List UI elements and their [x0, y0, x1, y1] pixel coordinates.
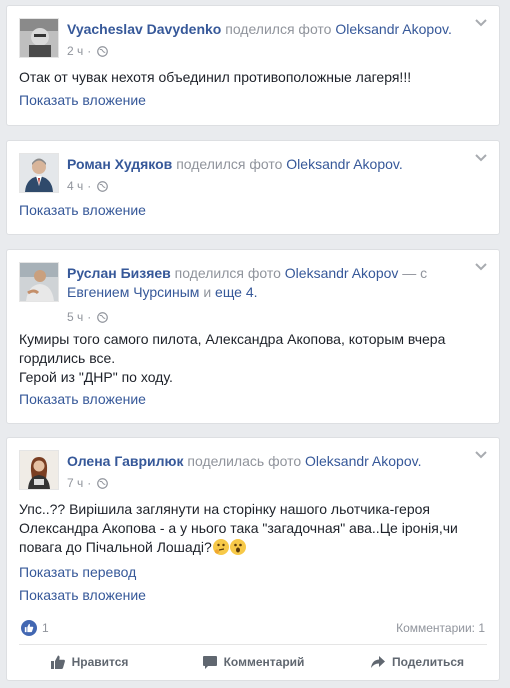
shared-photo-owner[interactable]: Oleksandr Akopov. [286, 156, 402, 172]
post-meta: 5 ч · [67, 309, 109, 325]
show-translation-link[interactable]: Показать перевод [19, 563, 136, 582]
avatar[interactable] [19, 262, 59, 302]
like-button[interactable]: Нравится [7, 647, 171, 677]
share-action-text: поделился фото [174, 265, 281, 281]
like-label: Нравится [71, 655, 129, 669]
post-headline: Роман Худяков поделился фото Oleksandr A… [67, 155, 461, 174]
post-card: Роман Худяков поделился фото Oleksandr A… [6, 140, 500, 235]
post-text-line: повага до Пічальной Лошаді? [19, 538, 487, 557]
post-header: Руслан Бизяев поделился фото Oleksandr A… [19, 262, 487, 324]
post-meta: 7 ч · [67, 475, 109, 491]
post-card: Руслан Бизяев поделился фото Oleksandr A… [6, 249, 500, 424]
shared-photo-owner[interactable]: Oleksandr Akopov. [305, 453, 421, 469]
tagged-others-link[interactable]: еще 4. [215, 284, 258, 300]
like-badge-icon [21, 620, 37, 636]
with-separator: — с [402, 265, 428, 281]
comment-label: Комментарий [223, 655, 305, 669]
post-header: Vyacheslav Davydenko поделился фото Olek… [19, 18, 487, 62]
post-text: Отак от чувак нехотя объединил противопо… [19, 68, 487, 87]
post-time[interactable]: 5 ч [67, 309, 83, 325]
chevron-down-icon[interactable] [475, 153, 487, 163]
chevron-down-icon[interactable] [475, 262, 487, 272]
post-text-line: Отак от чувак нехотя объединил противопо… [19, 69, 412, 85]
post-card: Олена Гаврилюк поделилась фото Oleksandr… [6, 437, 500, 681]
surprised-face-icon [229, 539, 246, 555]
share-action-text: поделилась фото [187, 453, 302, 469]
post-action-bar: Нравится Комментарий Поделиться [7, 647, 499, 677]
avatar[interactable] [19, 450, 59, 490]
post-text: Упс..?? Вирішила заглянути на сторінку н… [19, 500, 487, 557]
post-card: Vyacheslav Davydenko поделился фото Olek… [6, 5, 500, 126]
chevron-down-icon[interactable] [475, 450, 487, 460]
divider [19, 644, 487, 645]
show-attachment-link[interactable]: Показать вложение [19, 201, 146, 220]
post-text-line: Герой из "ДНР" по ходу. [19, 369, 173, 385]
show-attachment-link[interactable]: Показать вложение [19, 91, 146, 110]
comments-count[interactable]: Комментарии: 1 [396, 621, 485, 635]
thinking-face-icon [212, 539, 229, 555]
comment-button[interactable]: Комментарий [171, 647, 335, 677]
show-attachment-link[interactable]: Показать вложение [19, 586, 146, 605]
likes-count: 1 [42, 621, 49, 635]
post-header: Олена Гаврилюк поделилась фото Oleksandr… [19, 450, 487, 494]
avatar[interactable] [19, 153, 59, 193]
comment-bubble-icon [202, 656, 217, 669]
post-time[interactable]: 2 ч [67, 43, 83, 59]
author-name[interactable]: Руслан Бизяев [67, 265, 171, 281]
post-meta: 4 ч · [67, 178, 109, 194]
share-action-text: поделился фото [225, 21, 332, 37]
author-name[interactable]: Олена Гаврилюк [67, 453, 184, 469]
post-text: Кумиры того самого пилота, Александра Ак… [19, 330, 487, 387]
share-label: Поделиться [391, 655, 465, 669]
post-text-line: Олександра Акопова - а у нього така "заг… [19, 520, 458, 536]
avatar[interactable] [19, 18, 59, 58]
globe-icon [97, 477, 109, 489]
thumbs-up-icon [50, 655, 65, 669]
post-text-line: гордились все. [19, 350, 116, 366]
post-meta: 2 ч · [67, 43, 109, 59]
chevron-down-icon[interactable] [475, 18, 487, 28]
shared-photo-owner[interactable]: Oleksandr Akopov [285, 265, 399, 281]
share-button[interactable]: Поделиться [335, 647, 499, 677]
post-headline: Олена Гаврилюк поделилась фото Oleksandr… [67, 452, 461, 471]
share-arrow-icon [370, 656, 385, 668]
author-name[interactable]: Роман Худяков [67, 156, 172, 172]
globe-icon [97, 45, 109, 57]
tagged-person[interactable]: Евгением Чурсиным [67, 284, 199, 300]
post-text-line: Кумиры того самого пилота, Александра Ак… [19, 331, 446, 347]
post-text-line: Упс..?? Вирішила заглянути на сторінку н… [19, 501, 430, 517]
globe-icon [97, 311, 109, 323]
globe-icon [97, 180, 109, 192]
shared-photo-owner[interactable]: Oleksandr Akopov. [335, 21, 451, 37]
post-time[interactable]: 4 ч [67, 178, 83, 194]
post-headline: Руслан Бизяев поделился фото Oleksandr A… [67, 264, 461, 302]
and-text: и [203, 284, 212, 300]
share-action-text: поделился фото [176, 156, 283, 172]
post-header: Роман Худяков поделился фото Oleksandr A… [19, 153, 487, 197]
reactions-summary[interactable]: 1 [21, 620, 49, 636]
post-headline: Vyacheslav Davydenko поделился фото Olek… [67, 20, 461, 39]
author-name[interactable]: Vyacheslav Davydenko [67, 21, 221, 37]
post-text-line-end: повага до Пічальной Лошаді? [19, 539, 212, 555]
post-time[interactable]: 7 ч [67, 475, 83, 491]
show-attachment-link[interactable]: Показать вложение [19, 390, 146, 409]
